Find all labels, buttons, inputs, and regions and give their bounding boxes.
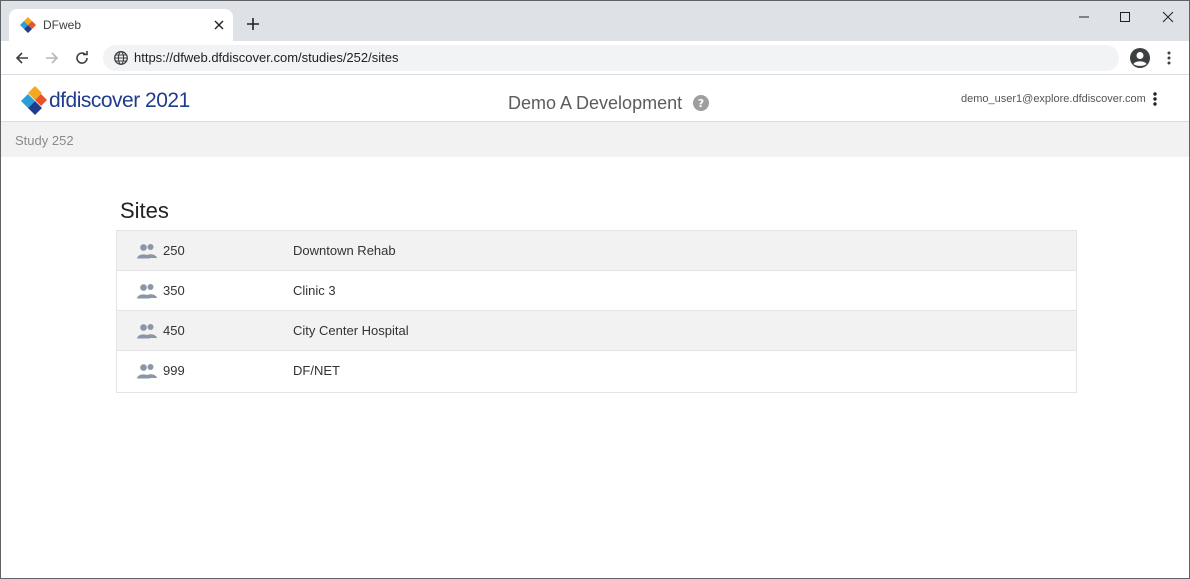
browser-menu-icon[interactable]	[1161, 48, 1177, 68]
site-name: City Center Hospital	[293, 323, 409, 338]
breadcrumb-study[interactable]: Study 252	[15, 133, 74, 148]
back-arrow-icon[interactable]	[12, 48, 32, 68]
reload-icon[interactable]	[72, 48, 92, 68]
people-group-icon	[137, 284, 157, 299]
browser-window: DFweb https://dfweb.dfdiscover.com/studi…	[0, 0, 1190, 579]
site-number: 450	[163, 323, 185, 338]
globe-icon[interactable]	[113, 50, 129, 66]
browser-toolbar: https://dfweb.dfdiscover.com/studies/252…	[1, 41, 1189, 75]
dfdiscover-favicon-icon	[20, 17, 36, 33]
site-row[interactable]: 350 Clinic 3	[117, 271, 1076, 311]
help-circle-icon[interactable]: ?	[693, 95, 709, 111]
forward-arrow-icon[interactable]	[42, 48, 62, 68]
dfdiscover-logo-icon	[21, 86, 47, 115]
window-close-icon[interactable]	[1158, 7, 1178, 27]
browser-tab[interactable]: DFweb	[9, 9, 233, 41]
site-row[interactable]: 250 Downtown Rehab	[117, 231, 1076, 271]
people-group-icon	[137, 244, 157, 259]
logo-text: dfdiscover 2021	[49, 89, 190, 112]
maximize-icon[interactable]	[1115, 7, 1135, 27]
site-name: DF/NET	[293, 363, 340, 378]
site-number: 350	[163, 283, 185, 298]
tab-close-icon[interactable]	[209, 15, 229, 35]
minimize-icon[interactable]	[1074, 7, 1094, 27]
svg-text:?: ?	[698, 97, 704, 110]
profile-avatar-icon[interactable]	[1128, 46, 1152, 70]
kebab-menu-icon[interactable]	[1149, 89, 1161, 109]
tab-title: DFweb	[43, 18, 82, 32]
page-title: Sites	[120, 198, 169, 223]
tab-strip: DFweb	[1, 1, 1189, 41]
breadcrumb: Study 252	[1, 122, 1189, 157]
app-header: dfdiscover 2021 Demo A Development ? dem…	[1, 76, 1189, 122]
site-row[interactable]: 450 City Center Hospital	[117, 311, 1076, 351]
sites-list: 250 Downtown Rehab 350 Clinic 3 450 City…	[116, 230, 1077, 393]
people-group-icon	[137, 324, 157, 339]
address-url[interactable]: https://dfweb.dfdiscover.com/studies/252…	[134, 50, 398, 65]
app-title: Demo A Development	[508, 93, 683, 113]
address-bar[interactable]: https://dfweb.dfdiscover.com/studies/252…	[103, 45, 1119, 71]
dfdiscover-logo[interactable]: dfdiscover 2021	[21, 86, 190, 116]
user-email[interactable]: demo_user1@explore.dfdiscover.com	[961, 93, 1146, 105]
new-tab-icon[interactable]	[243, 14, 263, 34]
site-name: Downtown Rehab	[293, 243, 396, 258]
site-number: 999	[163, 363, 185, 378]
site-number: 250	[163, 243, 185, 258]
site-row[interactable]: 999 DF/NET	[117, 351, 1076, 392]
people-group-icon	[137, 364, 157, 379]
site-name: Clinic 3	[293, 283, 336, 298]
